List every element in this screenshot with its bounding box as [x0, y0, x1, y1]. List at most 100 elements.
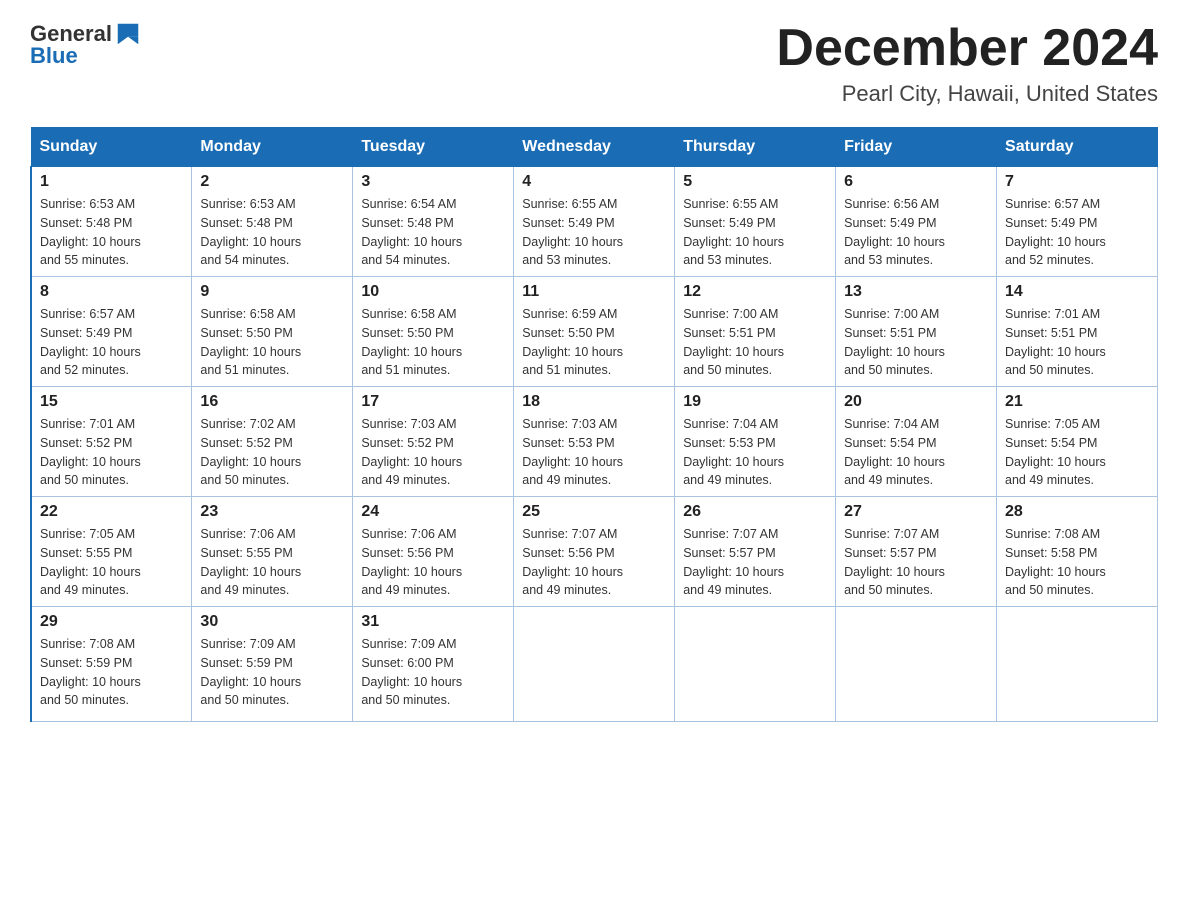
- cell-week5-day7: [997, 607, 1158, 722]
- cell-week1-day2: 2 Sunrise: 6:53 AMSunset: 5:48 PMDayligh…: [192, 167, 353, 277]
- day-info: Sunrise: 7:09 AMSunset: 6:00 PMDaylight:…: [361, 637, 462, 707]
- cell-week1-day5: 5 Sunrise: 6:55 AMSunset: 5:49 PMDayligh…: [675, 167, 836, 277]
- cell-week3-day7: 21 Sunrise: 7:05 AMSunset: 5:54 PMDaylig…: [997, 387, 1158, 497]
- day-info: Sunrise: 6:57 AMSunset: 5:49 PMDaylight:…: [1005, 197, 1106, 267]
- cell-week3-day3: 17 Sunrise: 7:03 AMSunset: 5:52 PMDaylig…: [353, 387, 514, 497]
- cell-week3-day2: 16 Sunrise: 7:02 AMSunset: 5:52 PMDaylig…: [192, 387, 353, 497]
- cell-week1-day7: 7 Sunrise: 6:57 AMSunset: 5:49 PMDayligh…: [997, 167, 1158, 277]
- cell-week4-day1: 22 Sunrise: 7:05 AMSunset: 5:55 PMDaylig…: [31, 497, 192, 607]
- day-number: 21: [1005, 393, 1149, 411]
- day-number: 2: [200, 173, 344, 191]
- day-info: Sunrise: 7:01 AMSunset: 5:51 PMDaylight:…: [1005, 307, 1106, 377]
- day-number: 31: [361, 613, 505, 631]
- day-info: Sunrise: 7:06 AMSunset: 5:55 PMDaylight:…: [200, 527, 301, 597]
- day-number: 8: [40, 283, 183, 301]
- day-number: 12: [683, 283, 827, 301]
- cell-week5-day6: [836, 607, 997, 722]
- header: General Blue December 2024 Pearl City, H…: [30, 20, 1158, 107]
- cell-week1-day6: 6 Sunrise: 6:56 AMSunset: 5:49 PMDayligh…: [836, 167, 997, 277]
- logo-blue-text: Blue: [30, 44, 78, 68]
- week-row-5: 29 Sunrise: 7:08 AMSunset: 5:59 PMDaylig…: [31, 607, 1158, 722]
- day-number: 25: [522, 503, 666, 521]
- cell-week3-day5: 19 Sunrise: 7:04 AMSunset: 5:53 PMDaylig…: [675, 387, 836, 497]
- cell-week5-day5: [675, 607, 836, 722]
- cell-week4-day7: 28 Sunrise: 7:08 AMSunset: 5:58 PMDaylig…: [997, 497, 1158, 607]
- cell-week4-day2: 23 Sunrise: 7:06 AMSunset: 5:55 PMDaylig…: [192, 497, 353, 607]
- day-number: 16: [200, 393, 344, 411]
- day-info: Sunrise: 6:57 AMSunset: 5:49 PMDaylight:…: [40, 307, 141, 377]
- day-number: 20: [844, 393, 988, 411]
- cell-week4-day6: 27 Sunrise: 7:07 AMSunset: 5:57 PMDaylig…: [836, 497, 997, 607]
- day-number: 19: [683, 393, 827, 411]
- cell-week5-day1: 29 Sunrise: 7:08 AMSunset: 5:59 PMDaylig…: [31, 607, 192, 722]
- cell-week5-day3: 31 Sunrise: 7:09 AMSunset: 6:00 PMDaylig…: [353, 607, 514, 722]
- cell-week4-day4: 25 Sunrise: 7:07 AMSunset: 5:56 PMDaylig…: [514, 497, 675, 607]
- cell-week2-day7: 14 Sunrise: 7:01 AMSunset: 5:51 PMDaylig…: [997, 277, 1158, 387]
- header-saturday: Saturday: [997, 128, 1158, 167]
- day-info: Sunrise: 7:09 AMSunset: 5:59 PMDaylight:…: [200, 637, 301, 707]
- day-info: Sunrise: 6:56 AMSunset: 5:49 PMDaylight:…: [844, 197, 945, 267]
- day-info: Sunrise: 7:07 AMSunset: 5:56 PMDaylight:…: [522, 527, 623, 597]
- day-number: 28: [1005, 503, 1149, 521]
- cell-week5-day4: [514, 607, 675, 722]
- day-number: 5: [683, 173, 827, 191]
- header-row: Sunday Monday Tuesday Wednesday Thursday…: [31, 128, 1158, 167]
- cell-week2-day1: 8 Sunrise: 6:57 AMSunset: 5:49 PMDayligh…: [31, 277, 192, 387]
- day-info: Sunrise: 7:08 AMSunset: 5:58 PMDaylight:…: [1005, 527, 1106, 597]
- day-number: 14: [1005, 283, 1149, 301]
- day-info: Sunrise: 6:53 AMSunset: 5:48 PMDaylight:…: [40, 197, 141, 267]
- day-number: 7: [1005, 173, 1149, 191]
- day-number: 23: [200, 503, 344, 521]
- day-info: Sunrise: 7:00 AMSunset: 5:51 PMDaylight:…: [683, 307, 784, 377]
- day-info: Sunrise: 7:07 AMSunset: 5:57 PMDaylight:…: [844, 527, 945, 597]
- cell-week2-day4: 11 Sunrise: 6:59 AMSunset: 5:50 PMDaylig…: [514, 277, 675, 387]
- day-info: Sunrise: 7:07 AMSunset: 5:57 PMDaylight:…: [683, 527, 784, 597]
- day-number: 3: [361, 173, 505, 191]
- day-info: Sunrise: 7:02 AMSunset: 5:52 PMDaylight:…: [200, 417, 301, 487]
- cell-week1-day1: 1 Sunrise: 6:53 AMSunset: 5:48 PMDayligh…: [31, 167, 192, 277]
- day-info: Sunrise: 7:06 AMSunset: 5:56 PMDaylight:…: [361, 527, 462, 597]
- cell-week5-day2: 30 Sunrise: 7:09 AMSunset: 5:59 PMDaylig…: [192, 607, 353, 722]
- day-number: 27: [844, 503, 988, 521]
- day-number: 11: [522, 283, 666, 301]
- day-number: 22: [40, 503, 183, 521]
- day-number: 13: [844, 283, 988, 301]
- cell-week2-day5: 12 Sunrise: 7:00 AMSunset: 5:51 PMDaylig…: [675, 277, 836, 387]
- header-wednesday: Wednesday: [514, 128, 675, 167]
- header-friday: Friday: [836, 128, 997, 167]
- header-monday: Monday: [192, 128, 353, 167]
- cell-week2-day3: 10 Sunrise: 6:58 AMSunset: 5:50 PMDaylig…: [353, 277, 514, 387]
- cell-week4-day3: 24 Sunrise: 7:06 AMSunset: 5:56 PMDaylig…: [353, 497, 514, 607]
- logo-icon: [114, 20, 142, 48]
- day-number: 24: [361, 503, 505, 521]
- month-title: December 2024: [776, 20, 1158, 77]
- day-info: Sunrise: 7:05 AMSunset: 5:55 PMDaylight:…: [40, 527, 141, 597]
- cell-week1-day3: 3 Sunrise: 6:54 AMSunset: 5:48 PMDayligh…: [353, 167, 514, 277]
- day-info: Sunrise: 7:04 AMSunset: 5:54 PMDaylight:…: [844, 417, 945, 487]
- day-info: Sunrise: 7:03 AMSunset: 5:53 PMDaylight:…: [522, 417, 623, 487]
- header-tuesday: Tuesday: [353, 128, 514, 167]
- week-row-1: 1 Sunrise: 6:53 AMSunset: 5:48 PMDayligh…: [31, 167, 1158, 277]
- cell-week3-day4: 18 Sunrise: 7:03 AMSunset: 5:53 PMDaylig…: [514, 387, 675, 497]
- location-title: Pearl City, Hawaii, United States: [776, 81, 1158, 107]
- day-number: 17: [361, 393, 505, 411]
- cell-week2-day6: 13 Sunrise: 7:00 AMSunset: 5:51 PMDaylig…: [836, 277, 997, 387]
- day-info: Sunrise: 7:08 AMSunset: 5:59 PMDaylight:…: [40, 637, 141, 707]
- day-number: 26: [683, 503, 827, 521]
- day-info: Sunrise: 7:01 AMSunset: 5:52 PMDaylight:…: [40, 417, 141, 487]
- day-info: Sunrise: 7:03 AMSunset: 5:52 PMDaylight:…: [361, 417, 462, 487]
- day-number: 9: [200, 283, 344, 301]
- header-sunday: Sunday: [31, 128, 192, 167]
- day-info: Sunrise: 6:58 AMSunset: 5:50 PMDaylight:…: [200, 307, 301, 377]
- week-row-4: 22 Sunrise: 7:05 AMSunset: 5:55 PMDaylig…: [31, 497, 1158, 607]
- day-number: 15: [40, 393, 183, 411]
- day-info: Sunrise: 6:58 AMSunset: 5:50 PMDaylight:…: [361, 307, 462, 377]
- day-info: Sunrise: 7:05 AMSunset: 5:54 PMDaylight:…: [1005, 417, 1106, 487]
- day-info: Sunrise: 6:59 AMSunset: 5:50 PMDaylight:…: [522, 307, 623, 377]
- cell-week4-day5: 26 Sunrise: 7:07 AMSunset: 5:57 PMDaylig…: [675, 497, 836, 607]
- day-info: Sunrise: 6:55 AMSunset: 5:49 PMDaylight:…: [522, 197, 623, 267]
- day-number: 29: [40, 613, 183, 631]
- week-row-2: 8 Sunrise: 6:57 AMSunset: 5:49 PMDayligh…: [31, 277, 1158, 387]
- cell-week3-day6: 20 Sunrise: 7:04 AMSunset: 5:54 PMDaylig…: [836, 387, 997, 497]
- week-row-3: 15 Sunrise: 7:01 AMSunset: 5:52 PMDaylig…: [31, 387, 1158, 497]
